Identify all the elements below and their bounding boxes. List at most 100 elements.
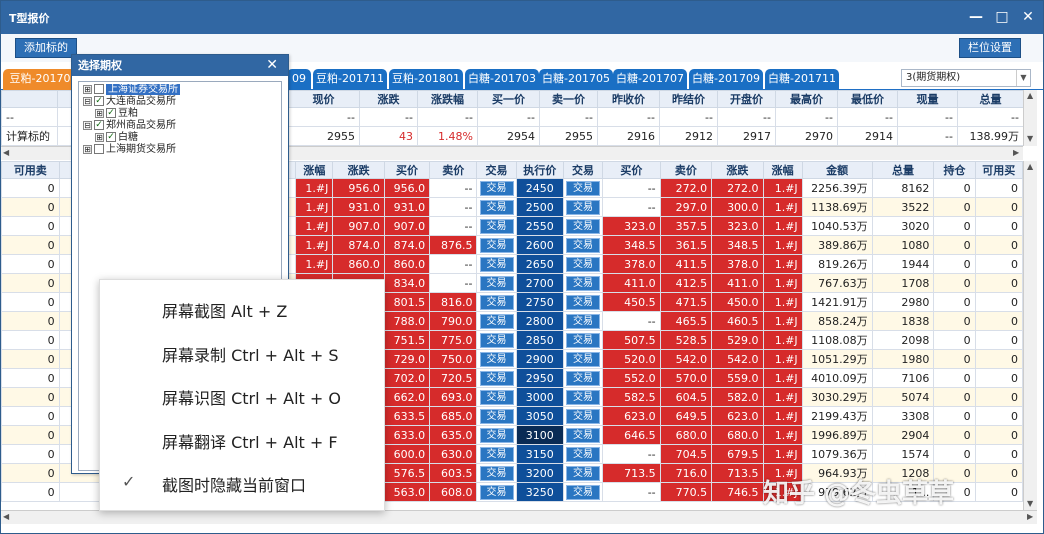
- put-trade-button[interactable]: 交易: [565, 351, 600, 367]
- summary-vertical-scrollbar[interactable]: ▲ ▼: [1023, 90, 1037, 146]
- column-settings-button[interactable]: 栏位设置: [959, 38, 1021, 58]
- put-trade-button[interactable]: 交易: [565, 237, 600, 253]
- put-trade-button[interactable]: 交易: [565, 294, 600, 310]
- put-change-pct-cell: 1.#J: [762, 349, 803, 369]
- context-menu-item[interactable]: 截图时隐藏当前窗口: [162, 472, 306, 496]
- call-trade-button[interactable]: 交易: [479, 275, 514, 291]
- tree-checkbox[interactable]: ✓: [106, 132, 116, 142]
- put-trade-button[interactable]: 交易: [565, 446, 600, 462]
- tab-contract[interactable]: 09: [287, 69, 311, 90]
- call-trade-button[interactable]: 交易: [479, 218, 514, 234]
- context-menu-item[interactable]: 屏幕识图 Ctrl + Alt + O: [162, 385, 341, 409]
- put-trade-button[interactable]: 交易: [565, 275, 600, 291]
- available-buy-cell: 0: [974, 292, 1024, 312]
- cell: --: [775, 107, 838, 127]
- tree-checkbox[interactable]: [94, 144, 104, 154]
- tree-node[interactable]: ⊟ ✓ 大连商品交易所: [83, 96, 176, 108]
- call-trade-button[interactable]: 交易: [479, 313, 514, 329]
- tree-checkbox[interactable]: [94, 84, 104, 94]
- put-bid-cell: 520.0: [602, 349, 661, 369]
- tab-contract[interactable]: 白糖-201711: [765, 69, 839, 90]
- title-bar: T型报价 — □ ✕: [1, 1, 1043, 34]
- call-trade-button[interactable]: 交易: [479, 484, 514, 500]
- put-trade-button[interactable]: 交易: [565, 408, 600, 424]
- position-cell: 0: [933, 197, 976, 217]
- context-menu-item[interactable]: 屏幕录制 Ctrl + Alt + S: [162, 342, 339, 366]
- context-menu-item[interactable]: 屏幕翻译 Ctrl + Alt + F: [162, 429, 338, 453]
- put-trade-button[interactable]: 交易: [565, 313, 600, 329]
- tree-checkbox[interactable]: ✓: [94, 96, 104, 106]
- close-icon[interactable]: ✕: [1017, 6, 1039, 28]
- chevron-down-icon[interactable]: ▼: [1016, 70, 1030, 86]
- tree-node[interactable]: ⊞ ✓ 白糖: [95, 132, 138, 144]
- period-select[interactable]: 3(期货期权) ▼: [901, 69, 1031, 87]
- call-trade-button[interactable]: 交易: [479, 256, 514, 272]
- position-cell: 0: [933, 254, 976, 274]
- column-header: 买价: [602, 161, 661, 179]
- column-header: 可用卖: [1, 161, 60, 179]
- tab-contract[interactable]: 白糖-201705: [539, 69, 613, 90]
- call-trade-button[interactable]: 交易: [479, 370, 514, 386]
- add-underlying-button[interactable]: 添加标的: [15, 38, 77, 58]
- call-trade-cell: 交易: [476, 216, 517, 236]
- strike-price-cell: 2800: [515, 311, 564, 331]
- call-trade-button[interactable]: 交易: [479, 389, 514, 405]
- quote-vertical-scrollbar[interactable]: ▲ ▼: [1023, 161, 1037, 511]
- volume-cell: 3522: [871, 197, 935, 217]
- amount-cell: 858.24万: [801, 311, 873, 331]
- put-trade-button[interactable]: 交易: [565, 180, 600, 196]
- tab-contract[interactable]: 豆粕-20170: [3, 69, 77, 90]
- volume-cell: 8162: [871, 178, 935, 198]
- dialog-close-icon[interactable]: ✕: [266, 55, 278, 76]
- expand-toggle-icon[interactable]: ⊞: [95, 108, 104, 118]
- put-trade-button[interactable]: 交易: [565, 465, 600, 481]
- put-trade-button[interactable]: 交易: [565, 199, 600, 215]
- put-trade-button[interactable]: 交易: [565, 332, 600, 348]
- expand-toggle-icon[interactable]: ⊞: [83, 84, 92, 94]
- call-trade-button[interactable]: 交易: [479, 294, 514, 310]
- call-trade-button[interactable]: 交易: [479, 199, 514, 215]
- tab-contract[interactable]: 白糖-201703: [465, 69, 539, 90]
- available-buy-cell: 0: [974, 216, 1024, 236]
- tree-node[interactable]: ⊞ ✓ 豆粕: [95, 108, 138, 120]
- maximize-icon[interactable]: □: [991, 6, 1013, 28]
- call-trade-button[interactable]: 交易: [479, 408, 514, 424]
- tab-contract[interactable]: 白糖-201709: [689, 69, 763, 90]
- expand-toggle-icon[interactable]: ⊟: [83, 96, 92, 106]
- put-trade-button[interactable]: 交易: [565, 427, 600, 443]
- tree-node[interactable]: ⊞ 上海证券交易所: [83, 84, 180, 96]
- tree-node[interactable]: ⊞ 上海期货交易所: [83, 144, 176, 156]
- minimize-icon[interactable]: —: [965, 6, 987, 28]
- call-trade-button[interactable]: 交易: [479, 465, 514, 481]
- call-trade-button[interactable]: 交易: [479, 427, 514, 443]
- call-trade-button[interactable]: 交易: [479, 180, 514, 196]
- column-header: 买价: [383, 161, 431, 179]
- tree-node[interactable]: ⊟ ✓ 郑州商品交易所: [83, 120, 176, 132]
- put-ask-cell: 272.0: [659, 178, 713, 198]
- tree-checkbox[interactable]: ✓: [106, 108, 116, 118]
- put-trade-button[interactable]: 交易: [565, 218, 600, 234]
- put-trade-cell: 交易: [562, 444, 604, 464]
- call-trade-button[interactable]: 交易: [479, 332, 514, 348]
- put-ask-cell: 361.5: [659, 235, 713, 255]
- context-menu-item[interactable]: 屏幕截图 Alt + Z: [162, 298, 287, 322]
- expand-toggle-icon[interactable]: ⊟: [83, 120, 92, 130]
- call-trade-button[interactable]: 交易: [479, 237, 514, 253]
- tree-checkbox[interactable]: ✓: [94, 120, 104, 130]
- put-trade-button[interactable]: 交易: [565, 484, 600, 500]
- tab-contract[interactable]: 豆粕-201801: [389, 69, 463, 90]
- call-trade-button[interactable]: 交易: [479, 446, 514, 462]
- put-trade-button[interactable]: 交易: [565, 389, 600, 405]
- tab-contract[interactable]: 白糖-201707: [613, 69, 687, 90]
- available-buy-cell: 0: [974, 349, 1024, 369]
- put-ask-cell: 680.0: [659, 425, 713, 445]
- strike-price-cell: 3200: [515, 463, 564, 483]
- volume-cell: 2098: [871, 330, 935, 350]
- call-trade-button[interactable]: 交易: [479, 351, 514, 367]
- put-trade-button[interactable]: 交易: [565, 256, 600, 272]
- tab-contract[interactable]: 豆粕-201711: [313, 69, 387, 90]
- put-trade-button[interactable]: 交易: [565, 370, 600, 386]
- expand-toggle-icon[interactable]: ⊞: [95, 132, 104, 142]
- quote-horizontal-scrollbar[interactable]: ◀ ▶: [1, 510, 1037, 524]
- expand-toggle-icon[interactable]: ⊞: [83, 144, 92, 154]
